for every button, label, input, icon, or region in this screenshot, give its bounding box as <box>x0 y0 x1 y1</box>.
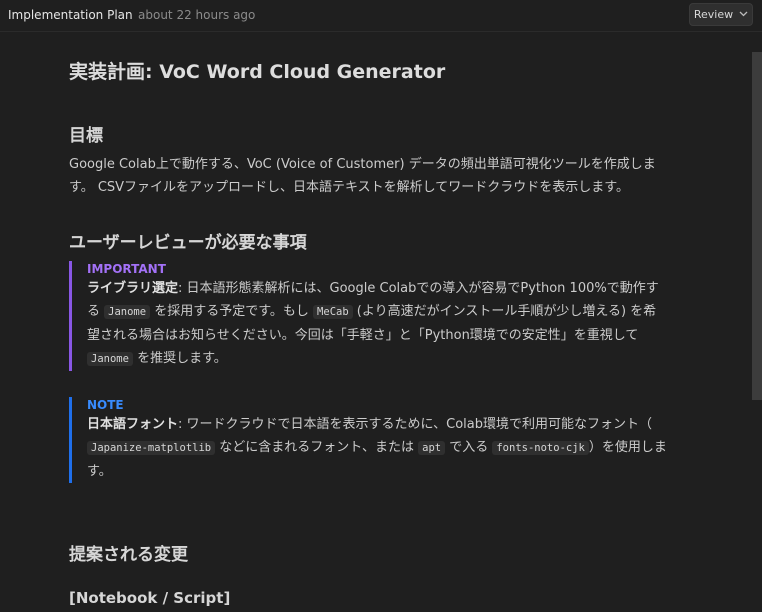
inline-code: fonts-noto-cjk <box>492 441 589 455</box>
goal-paragraph: Google Colab上で動作する、VoC (Voice of Custome… <box>69 157 656 195</box>
goal-heading: 目標 <box>69 126 103 146</box>
note-text-1: : ワードクラウドで日本語を表示するために、Colab環境で利用可能なフォント（ <box>178 417 652 432</box>
review-button[interactable]: Review <box>689 3 753 26</box>
note-text-3: で入る <box>445 440 493 455</box>
important-text-2: を採用する予定です。もし <box>150 304 314 319</box>
important-callout: IMPORTANT ライブラリ選定: 日本語形態素解析には、Google Col… <box>69 261 669 371</box>
inline-code: Janome <box>87 352 133 366</box>
review-button-label: Review <box>693 8 734 21</box>
important-bold: ライブラリ選定 <box>87 281 179 296</box>
important-text-4: を推奨します。 <box>132 351 227 366</box>
scrollbar[interactable] <box>752 44 762 612</box>
inline-code: Japanize-matplotlib <box>87 441 216 455</box>
top-bar: Implementation Plan about 22 hours ago R… <box>0 0 762 32</box>
chevron-down-icon <box>739 10 748 20</box>
important-label: IMPORTANT <box>87 262 166 276</box>
inline-code: Janome <box>104 305 151 319</box>
changes-heading: 提案される変更 <box>69 545 188 565</box>
page-title: 実装計画: VoC Word Cloud Generator <box>69 61 446 83</box>
note-text-2: などに含まれるフォント、または <box>215 440 419 455</box>
note-body: 日本語フォント: ワードクラウドで日本語を表示するために、Colab環境で利用可… <box>87 413 669 483</box>
review-heading: ユーザーレビューが必要な事項 <box>69 233 307 253</box>
document-title: Implementation Plan <box>8 8 133 22</box>
inline-code: apt <box>418 441 446 455</box>
inline-code: MeCab <box>313 305 353 319</box>
changes-subheading: [Notebook / Script] <box>69 589 231 607</box>
note-label: NOTE <box>87 398 124 412</box>
scrollbar-thumb[interactable] <box>752 52 762 400</box>
important-body: ライブラリ選定: 日本語形態素解析には、Google Colabでの導入が容易で… <box>87 277 669 371</box>
note-callout: NOTE 日本語フォント: ワードクラウドで日本語を表示するために、Colab環… <box>69 397 669 483</box>
last-edited-timestamp: about 22 hours ago <box>138 8 256 22</box>
note-bold: 日本語フォント <box>87 417 179 432</box>
